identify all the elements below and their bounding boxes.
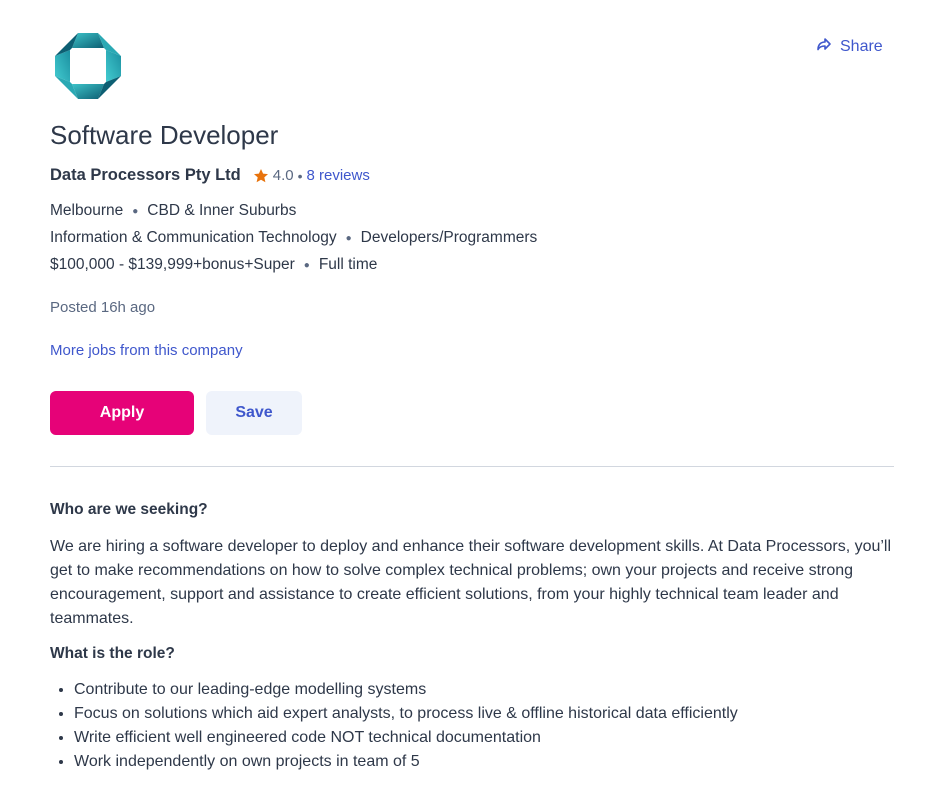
star-icon — [253, 168, 268, 182]
save-button[interactable]: Save — [206, 391, 302, 435]
classification-line: Information & Communication Technology ●… — [50, 229, 537, 247]
location[interactable]: Melbourne — [50, 202, 123, 220]
salary: $100,000 - $139,999+bonus+Super — [50, 256, 295, 273]
company-rating-row: Data Processors Pty Ltd 4.0 • 8 reviews — [50, 166, 370, 185]
rating-value: 4.0 — [272, 167, 294, 184]
list-item: Work independently on own projects in te… — [74, 750, 738, 774]
section-heading-seeking: Who are we seeking? — [50, 501, 208, 518]
list-item: Write efficient well engineered code NOT… — [74, 726, 738, 750]
location-line: Melbourne ● CBD & Inner Suburbs — [50, 202, 296, 220]
share-label: Share — [840, 37, 883, 55]
more-jobs-link[interactable]: More jobs from this company — [50, 342, 243, 359]
classification[interactable]: Information & Communication Technology — [50, 229, 337, 247]
role-list: Contribute to our leading-edge modelling… — [50, 678, 738, 774]
seeking-paragraph: We are hiring a software developer to de… — [50, 538, 892, 627]
share-arrow-icon — [816, 36, 832, 57]
subclassification[interactable]: Developers/Programmers — [361, 229, 538, 247]
reviews-link[interactable]: 8 reviews — [307, 167, 370, 184]
section-heading-role: What is the role? — [50, 645, 175, 662]
area[interactable]: CBD & Inner Suburbs — [147, 202, 296, 220]
list-item: Focus on solutions which aid expert anal… — [74, 702, 738, 726]
company-name[interactable]: Data Processors Pty Ltd — [50, 166, 241, 185]
apply-button[interactable]: Apply — [50, 391, 194, 435]
salary-line: $100,000 - $139,999+bonus+Super ● Full t… — [50, 256, 377, 274]
divider — [50, 466, 894, 467]
posted-date: Posted 16h ago — [50, 299, 156, 316]
list-item: Contribute to our leading-edge modelling… — [74, 678, 738, 702]
rating-separator: • — [297, 167, 303, 184]
job-title: Software Developer — [50, 120, 279, 150]
work-type[interactable]: Full time — [319, 256, 378, 274]
company-logo-icon — [52, 30, 124, 102]
bullet-separator: ● — [345, 232, 352, 244]
share-button[interactable]: Share — [816, 36, 883, 57]
bullet-separator: ● — [303, 259, 310, 271]
bullet-separator: ● — [132, 205, 139, 217]
